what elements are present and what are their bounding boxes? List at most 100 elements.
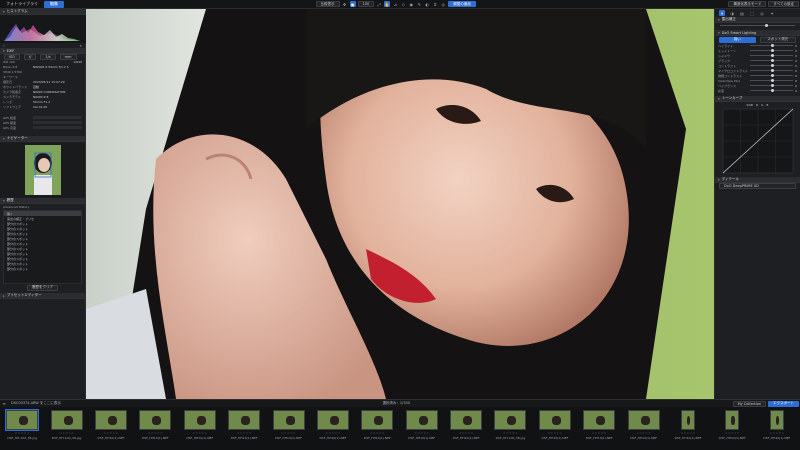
tab-photo-library[interactable]: フォトライブラリ bbox=[0, 1, 44, 8]
filmstrip-item[interactable]: ☆☆☆☆☆ DSF_HH-100_38.jpg bbox=[488, 410, 532, 448]
rating-stars[interactable]: ☆☆☆☆☆ bbox=[325, 431, 340, 435]
preset-editor-header[interactable]: ▸ プリセットエディター bbox=[0, 293, 85, 299]
crop-icon[interactable]: ▣ bbox=[349, 1, 356, 7]
local-adjust-icon[interactable]: ◐ bbox=[424, 1, 430, 7]
channel-tab[interactable]: G bbox=[761, 103, 763, 107]
thumbnail[interactable] bbox=[538, 410, 571, 430]
detail-tab-icon[interactable]: ▤ bbox=[739, 10, 745, 16]
tone-curve-graph[interactable] bbox=[715, 107, 800, 177]
rating-stars[interactable]: ☆☆☆☆☆ bbox=[681, 431, 696, 435]
rating-stars[interactable]: ☆☆☆☆☆ bbox=[15, 431, 30, 435]
fit-icon[interactable]: ⤢ bbox=[376, 1, 382, 7]
filmstrip-item[interactable]: ☆☆☆☆☆ DSF_HH10(1).NEF bbox=[444, 410, 488, 448]
thumbnail[interactable] bbox=[725, 410, 740, 430]
slider[interactable] bbox=[750, 54, 794, 57]
moon-icon[interactable]: ☾ bbox=[3, 44, 6, 48]
slider[interactable] bbox=[750, 44, 794, 47]
navigator-preview[interactable] bbox=[0, 142, 85, 198]
compare-button[interactable]: 比較表示 bbox=[315, 1, 340, 7]
rating-stars[interactable]: ☆☆☆☆☆ bbox=[725, 431, 740, 435]
filmstrip-item[interactable]: ☆☆☆☆☆ DSF_HH10(1).NEF bbox=[710, 410, 754, 448]
thumbnail[interactable] bbox=[183, 410, 216, 430]
eye-icon[interactable]: ◎ bbox=[440, 1, 446, 7]
watermark-icon[interactable]: ⌗ bbox=[432, 1, 438, 7]
move-icon[interactable]: ✥ bbox=[342, 1, 348, 7]
filmstrip-item[interactable]: ☆☆☆☆☆ DSF_HH10(1).NEF bbox=[400, 410, 444, 448]
history-mode[interactable]: Advanced History bbox=[0, 204, 85, 209]
repair-icon[interactable]: ✎ bbox=[416, 1, 422, 7]
effects-tab-icon[interactable]: ✦ bbox=[769, 10, 775, 16]
thumbnail[interactable] bbox=[361, 410, 394, 430]
filmstrip-item[interactable]: ☆☆☆☆☆ DSF_HH10(1).NEF bbox=[355, 410, 399, 448]
thumbnail[interactable] bbox=[272, 410, 305, 430]
thumbnail[interactable] bbox=[627, 410, 660, 430]
thumbnail[interactable] bbox=[405, 410, 438, 430]
filmstrip-item[interactable]: ☆☆☆☆☆ DSF_HH10(1).NEF bbox=[133, 410, 177, 448]
slider[interactable] bbox=[750, 59, 794, 62]
rating-stars[interactable]: ☆☆☆☆☆ bbox=[59, 431, 74, 435]
hand-icon[interactable]: ✋ bbox=[384, 1, 391, 7]
thumbnail[interactable] bbox=[583, 410, 616, 430]
exposure-slider[interactable] bbox=[720, 24, 795, 27]
rating-stars[interactable]: ☆☆☆☆☆ bbox=[503, 431, 518, 435]
zoom-select[interactable]: 100 bbox=[357, 1, 375, 7]
export-button[interactable]: エクスポート bbox=[768, 400, 800, 407]
slider[interactable] bbox=[750, 64, 794, 67]
thumbnail[interactable] bbox=[139, 410, 172, 430]
filmstrip-item[interactable]: ☆☆☆☆☆ DSF_HH10(1).NEF bbox=[266, 410, 310, 448]
all-settings-button[interactable]: すべての設定 bbox=[768, 1, 799, 7]
thumbnail[interactable] bbox=[450, 410, 483, 430]
history-item[interactable]: 部分のスポット bbox=[4, 266, 81, 271]
rating-stars[interactable]: ☆☆☆☆☆ bbox=[148, 431, 163, 435]
filmstrip-item[interactable]: ☆☆☆☆☆ DSF_HH10(1).NEF bbox=[222, 410, 266, 448]
clear-history-button[interactable]: 履歴をクリア bbox=[27, 284, 58, 291]
filmstrip-item[interactable]: ☆☆☆☆☆ DSF_HH-100_38.jpg bbox=[44, 410, 88, 448]
rating-stars[interactable]: ☆☆☆☆☆ bbox=[592, 431, 607, 435]
rating-stars[interactable]: ☆☆☆☆☆ bbox=[370, 431, 385, 435]
slider[interactable] bbox=[750, 89, 794, 92]
thumbnail[interactable] bbox=[681, 410, 696, 430]
rating-stars[interactable]: ☆☆☆☆☆ bbox=[414, 431, 429, 435]
filmstrip-item[interactable]: ☆☆☆☆☆ DSF_HH10(1).NEF bbox=[621, 410, 665, 448]
redeye-icon[interactable]: ◉ bbox=[408, 1, 414, 7]
rating-stars[interactable]: ☆☆☆☆☆ bbox=[769, 431, 784, 435]
geometry-tab-icon[interactable]: ⬚ bbox=[749, 10, 755, 16]
thumbnail[interactable] bbox=[228, 410, 261, 430]
channel-tab[interactable]: R bbox=[756, 103, 758, 107]
slider[interactable] bbox=[750, 69, 794, 72]
filmstrip-item[interactable]: ☆☆☆☆☆ DSF_HH10(1).NEF bbox=[533, 410, 577, 448]
rating-stars[interactable]: ☆☆☆☆☆ bbox=[459, 431, 474, 435]
rating-stars[interactable]: ☆☆☆☆☆ bbox=[104, 431, 119, 435]
thumbnail[interactable] bbox=[494, 410, 527, 430]
filter-icon[interactable]: ≡ bbox=[1, 401, 7, 407]
main-photo-viewer[interactable] bbox=[86, 9, 714, 399]
structured-view-button[interactable]: 構造化表示モード bbox=[728, 1, 767, 7]
channel-tab[interactable]: RGB bbox=[747, 103, 753, 107]
slider[interactable] bbox=[750, 49, 794, 52]
apply-settings-button[interactable]: 調整の適用 bbox=[448, 1, 476, 7]
mode-strong-button[interactable]: 強い bbox=[719, 36, 756, 43]
light-tab-icon[interactable]: ☀ bbox=[719, 10, 725, 16]
denoise-select[interactable]: DxO DeepPRIME XD bbox=[719, 182, 796, 189]
filmstrip-item[interactable]: ☆☆☆☆☆ DSF_HH10(1).NEF bbox=[311, 410, 355, 448]
filmstrip-item[interactable]: ☆☆☆☆☆ DSF_HH10(1).NEF bbox=[577, 410, 621, 448]
filmstrip-item[interactable]: ☆☆☆☆☆ DSF_HH10(1).NEF bbox=[666, 410, 710, 448]
local-tab-icon[interactable]: ◎ bbox=[759, 10, 765, 16]
collection-button[interactable]: My Collection bbox=[732, 400, 767, 407]
thumbnail[interactable] bbox=[316, 410, 349, 430]
perspective-icon[interactable]: ◇ bbox=[400, 1, 406, 7]
thumbnail[interactable] bbox=[50, 410, 83, 430]
rating-stars[interactable]: ☆☆☆☆☆ bbox=[547, 431, 562, 435]
filmstrip-item[interactable]: ☆☆☆☆☆ DSF_HH10(1).NEF bbox=[89, 410, 133, 448]
rating-stars[interactable]: ☆☆☆☆☆ bbox=[192, 431, 207, 435]
filmstrip-item[interactable]: ☆☆☆☆☆ DSF_HH10(1).NEF bbox=[755, 410, 799, 448]
filmstrip-item[interactable]: ☆☆☆☆☆ DSF_HH10(1).NEF bbox=[178, 410, 222, 448]
rating-stars[interactable]: ☆☆☆☆☆ bbox=[237, 431, 252, 435]
slider[interactable] bbox=[750, 79, 794, 82]
mode-spot-button[interactable]: スポット測光 bbox=[759, 36, 796, 43]
thumbnail[interactable] bbox=[94, 410, 127, 430]
slider[interactable] bbox=[750, 74, 794, 77]
sun-icon[interactable]: ☀ bbox=[79, 44, 82, 48]
color-tab-icon[interactable]: ◑ bbox=[729, 10, 735, 16]
rating-stars[interactable]: ☆☆☆☆☆ bbox=[636, 431, 651, 435]
